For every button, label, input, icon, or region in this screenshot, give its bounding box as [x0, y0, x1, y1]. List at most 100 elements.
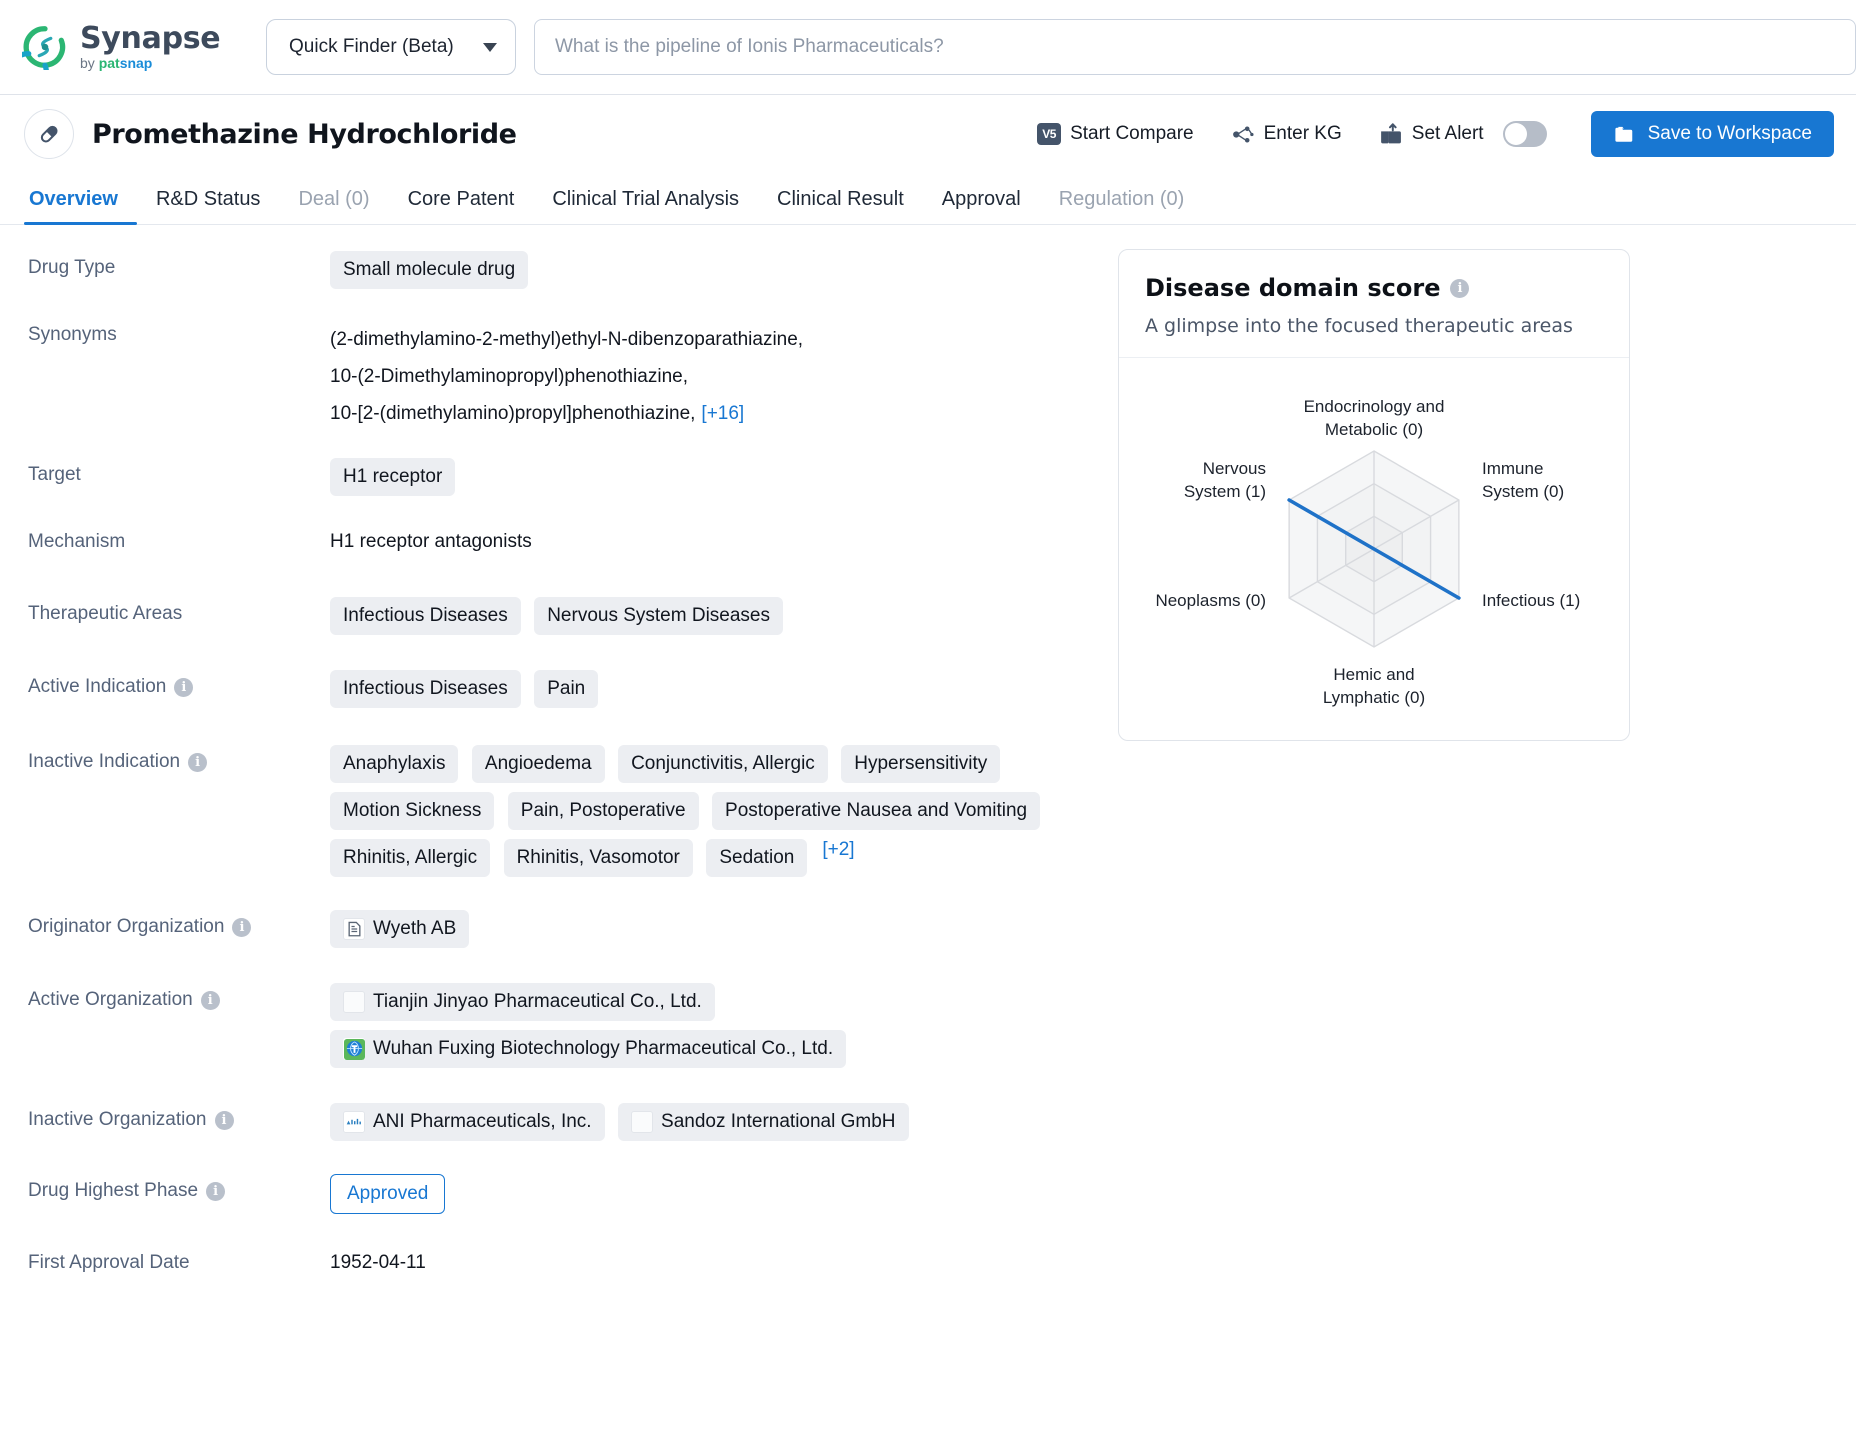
field-label-first-approval-date: First Approval Date	[28, 1252, 190, 1273]
org-name: Tianjin Jinyao Pharmaceutical Co., Ltd.	[373, 991, 702, 1012]
field-label-synonyms: Synonyms	[28, 324, 117, 345]
field-value-originator-organization: Wyeth AB	[330, 908, 1118, 957]
info-icon[interactable]: i	[214, 1110, 234, 1130]
tag-active-indication[interactable]: Infectious Diseases	[330, 670, 521, 708]
folder-icon	[1614, 126, 1632, 142]
info-icon[interactable]: i	[188, 752, 208, 772]
card-title-text: Disease domain score	[1145, 274, 1441, 302]
ani-logo-icon	[343, 1111, 365, 1133]
field-value-drug-type: Small molecule drug	[330, 249, 1118, 298]
tag-active-organization[interactable]: Wuhan Fuxing Biotechnology Pharmaceutica…	[330, 1030, 847, 1068]
org-name: Wuhan Fuxing Biotechnology Pharmaceutica…	[373, 1038, 834, 1059]
global-search-box[interactable]	[534, 19, 1856, 75]
tag-inactive-indication[interactable]: Postoperative Nausea and Vomiting	[712, 792, 1041, 830]
field-label-inactive-organization: Inactive Organization i	[28, 1101, 330, 1131]
start-compare-label: Start Compare	[1070, 123, 1194, 144]
field-value-first-approval-date: 1952-04-11	[330, 1252, 426, 1273]
field-label-drug-type: Drug Type	[28, 257, 116, 278]
tab-regulation[interactable]: Regulation (0)	[1040, 188, 1204, 224]
header-actions: V5 Start Compare Enter KG Set Alert Save…	[1019, 111, 1834, 157]
tab-approval[interactable]: Approval	[923, 188, 1040, 224]
knowledge-graph-icon	[1232, 125, 1254, 143]
enter-kg-button[interactable]: Enter KG	[1212, 122, 1360, 147]
synonym-line: 10-(2-Dimethylaminopropyl)phenothiazine,	[330, 366, 689, 387]
field-label-text: Inactive Organization	[28, 1109, 207, 1130]
search-input[interactable]	[555, 36, 1835, 58]
set-alert-button[interactable]: Set Alert	[1360, 121, 1565, 147]
inactive-indication-more-link[interactable]: [+2]	[822, 839, 854, 860]
field-label-text: Drug Highest Phase	[28, 1180, 199, 1201]
tag-therapeutic-area[interactable]: Infectious Diseases	[330, 597, 521, 635]
tag-originator-organization[interactable]: Wyeth AB	[330, 910, 470, 948]
tag-drug-type[interactable]: Small molecule drug	[330, 251, 529, 289]
tag-therapeutic-area[interactable]: Nervous System Diseases	[534, 597, 783, 635]
save-to-workspace-button[interactable]: Save to Workspace	[1590, 111, 1834, 157]
radar-label-endocrinology-l2: Metabolic (0)	[1325, 420, 1423, 439]
field-value-active-organization: Tianjin Jinyao Pharmaceutical Co., Ltd. …	[330, 981, 970, 1077]
chevron-down-icon	[483, 42, 497, 52]
field-value-drug-highest-phase: Approved	[330, 1172, 1118, 1214]
field-value-target: H1 receptor	[330, 456, 1118, 505]
field-target: Target H1 receptor	[28, 456, 1118, 505]
info-icon[interactable]: i	[1450, 278, 1470, 298]
tag-active-organization[interactable]: Tianjin Jinyao Pharmaceutical Co., Ltd.	[330, 983, 715, 1021]
status-badge-approved[interactable]: Approved	[330, 1174, 446, 1214]
tab-rd-status[interactable]: R&D Status	[137, 188, 279, 224]
tab-deal[interactable]: Deal (0)	[279, 188, 388, 224]
info-icon[interactable]: i	[206, 1181, 226, 1201]
field-label-active-indication: Active Indication i	[28, 668, 330, 698]
drug-header: Promethazine Hydrochloride V5 Start Comp…	[0, 95, 1856, 173]
info-icon[interactable]: i	[200, 990, 220, 1010]
tag-inactive-indication[interactable]: Conjunctivitis, Allergic	[618, 745, 828, 783]
top-navigation-bar: Synapse by patsnap Quick Finder (Beta)	[0, 0, 1856, 95]
radar-label-hemic-l1: Hemic and	[1333, 665, 1414, 684]
tag-active-indication[interactable]: Pain	[534, 670, 599, 708]
radar-label-nervous-l2: System (1)	[1184, 482, 1266, 501]
synonym-line-last: 10-[2-(dimethylamino)propyl]phenothiazin…	[330, 395, 1118, 432]
tag-target[interactable]: H1 receptor	[330, 458, 456, 496]
disease-domain-score-header: Disease domain score i A glimpse into th…	[1119, 250, 1629, 358]
field-inactive-organization: Inactive Organization i ANI Pharmaceutic…	[28, 1101, 1118, 1150]
field-active-indication: Active Indication i Infectious Diseases …	[28, 668, 1118, 717]
field-label-inactive-indication: Inactive Indication i	[28, 743, 330, 773]
field-label-originator-organization: Originator Organization i	[28, 908, 330, 938]
synonyms-more-link[interactable]: [+16]	[701, 403, 744, 424]
field-therapeutic-areas: Therapeutic Areas Infectious Diseases Ne…	[28, 595, 1118, 644]
set-alert-toggle[interactable]	[1502, 121, 1547, 147]
tab-clinical-trial-analysis[interactable]: Clinical Trial Analysis	[533, 188, 758, 224]
synonym-line: (2-dimethylamino-2-methyl)ethyl-N-dibenz…	[330, 329, 804, 350]
drug-avatar	[24, 109, 74, 159]
start-compare-button[interactable]: V5 Start Compare	[1019, 123, 1212, 145]
tag-inactive-indication[interactable]: Anaphylaxis	[330, 745, 459, 783]
tag-inactive-organization[interactable]: ANI Pharmaceuticals, Inc.	[330, 1103, 605, 1141]
alert-upload-icon	[1380, 122, 1401, 143]
tag-inactive-organization[interactable]: Sandoz International GmbH	[618, 1103, 909, 1141]
disease-domain-score-subtitle: A glimpse into the focused therapeutic a…	[1145, 315, 1573, 337]
info-icon[interactable]: i	[174, 677, 194, 697]
v5-badge-icon: V5	[1037, 123, 1062, 145]
info-icon[interactable]: i	[232, 917, 252, 937]
radar-label-hemic-l2: Lymphatic (0)	[1323, 688, 1425, 707]
field-value-inactive-organization: ANI Pharmaceuticals, Inc. Sandoz Interna…	[330, 1101, 970, 1150]
tag-inactive-indication[interactable]: Rhinitis, Vasomotor	[503, 839, 693, 877]
tag-inactive-indication[interactable]: Pain, Postoperative	[507, 792, 699, 830]
field-synonyms: Synonyms (2-dimethylamino-2-methyl)ethyl…	[28, 316, 1118, 432]
field-value-active-indication: Infectious Diseases Pain	[330, 668, 1118, 717]
org-name: ANI Pharmaceuticals, Inc.	[373, 1111, 592, 1132]
tag-inactive-indication[interactable]: Sedation	[706, 839, 808, 877]
tag-inactive-indication[interactable]: Hypersensitivity	[841, 745, 1001, 783]
quick-finder-dropdown[interactable]: Quick Finder (Beta)	[266, 19, 516, 75]
field-value-mechanism: H1 receptor antagonists	[330, 531, 532, 552]
tag-inactive-indication[interactable]: Motion Sickness	[330, 792, 495, 830]
tab-clinical-result[interactable]: Clinical Result	[758, 188, 923, 224]
synapse-logo-icon	[22, 26, 66, 70]
disease-domain-radar-chart: Endocrinology and Metabolic (0) Immune S…	[1119, 358, 1629, 740]
tag-inactive-indication[interactable]: Rhinitis, Allergic	[330, 839, 491, 877]
tab-core-patent[interactable]: Core Patent	[389, 188, 534, 224]
synapse-logo[interactable]: Synapse by patsnap	[22, 24, 244, 70]
field-drug-type: Drug Type Small molecule drug	[28, 231, 1118, 298]
radar-svg: Endocrinology and Metabolic (0) Immune S…	[1155, 397, 1580, 707]
radar-label-immune-l2: System (0)	[1482, 482, 1564, 501]
tag-inactive-indication[interactable]: Angioedema	[471, 745, 605, 783]
tab-overview[interactable]: Overview	[24, 188, 137, 225]
